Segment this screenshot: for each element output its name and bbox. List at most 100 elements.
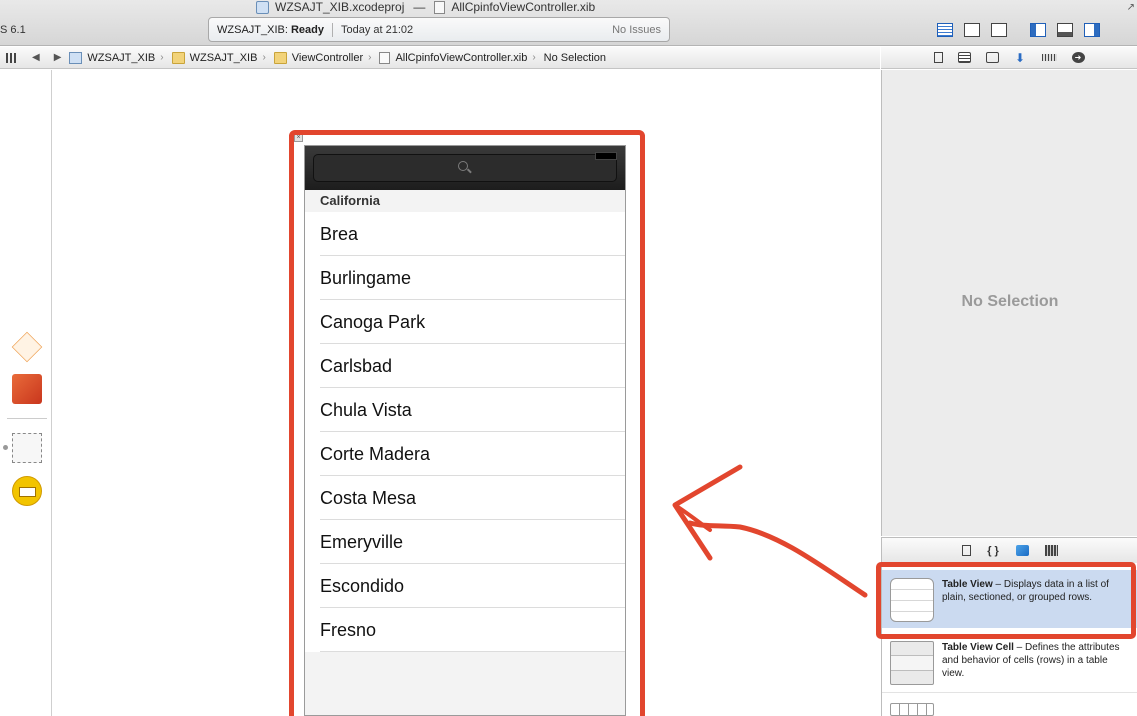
project-title: WZSAJT_XIB.xcodeproj: [275, 0, 405, 14]
xcodeproj-icon: [69, 51, 83, 64]
folder-icon: [171, 51, 185, 64]
standard-editor-icon: [936, 22, 953, 37]
breadcrumb-folder[interactable]: ViewController ›: [273, 51, 371, 64]
table-row[interactable]: Chula Vista: [305, 388, 625, 432]
navigator-toggle-button[interactable]: [1027, 20, 1048, 39]
file-inspector-icon[interactable]: [933, 52, 943, 63]
breadcrumb-selection[interactable]: No Selection: [544, 52, 606, 64]
collection-view-icon: [890, 703, 934, 716]
debug-pane-icon: [1056, 22, 1073, 37]
forward-arrow-icon[interactable]: ▶: [54, 52, 62, 63]
library-item-text: Table View Cell – Defines the attributes…: [942, 641, 1130, 692]
table-row[interactable]: Fresno: [305, 608, 625, 652]
utilities-pane-icon: [1083, 22, 1100, 37]
chevron-right-icon: ›: [532, 52, 536, 63]
status-divider: [332, 22, 333, 37]
status-state: Ready: [290, 23, 324, 36]
disclosure-dot-icon[interactable]: [3, 445, 8, 450]
breadcrumb-project[interactable]: WZSAJT_XIB ›: [69, 51, 164, 64]
table-row[interactable]: Costa Mesa: [305, 476, 625, 520]
attributes-inspector-icon[interactable]: ⬇: [1014, 51, 1027, 65]
editor-controls: [934, 20, 1108, 39]
object-library: Table View – Displays data in a list of …: [881, 563, 1137, 716]
table-row[interactable]: Carlsbad: [305, 344, 625, 388]
search-icon: [458, 161, 472, 175]
breadcrumb-label: WZSAJT_XIB: [189, 51, 258, 64]
quick-help-icon[interactable]: [957, 52, 971, 63]
file-template-library-icon[interactable]: [961, 545, 971, 556]
toolbar-gap: [1015, 20, 1027, 39]
search-bar[interactable]: [305, 146, 625, 190]
inspector-pane: No Selection: [881, 70, 1137, 536]
interface-builder-dock: [0, 70, 52, 716]
standard-editor-button[interactable]: [934, 20, 955, 39]
identity-inspector-icon[interactable]: [985, 52, 999, 63]
library-item-table-view-cell[interactable]: Table View Cell – Defines the attributes…: [882, 641, 1137, 693]
media-library-icon[interactable]: [1044, 545, 1058, 556]
xcodeproj-icon: [256, 0, 269, 14]
exit-object-icon[interactable]: [12, 476, 42, 506]
library-item-collection-view[interactable]: [882, 703, 1137, 716]
breadcrumb-label: ViewController: [291, 51, 364, 64]
window-toolbar: S 6.1 WZSAJT_XIB.xcodeproj — AllCpinfoVi…: [0, 0, 1137, 46]
table-row[interactable]: Corte Madera: [305, 432, 625, 476]
table-view-preview[interactable]: California Brea Burlingame Canoga Park C…: [304, 145, 626, 716]
xib-file-icon: [434, 0, 446, 14]
utilities-toggle-button[interactable]: [1081, 20, 1102, 39]
version-editor-icon: [990, 22, 1007, 37]
table-view-icon: [890, 578, 934, 622]
status-issues[interactable]: No Issues: [612, 24, 661, 36]
code-snippet-library-icon[interactable]: { }: [987, 545, 1000, 557]
chevron-right-icon: ›: [160, 52, 164, 63]
file-title: AllCpinfoViewController.xib: [451, 0, 596, 14]
xib-file-icon: [379, 51, 391, 64]
library-item-title: Table View Cell: [942, 642, 1014, 653]
files-owner-icon[interactable]: [11, 331, 43, 363]
search-field[interactable]: [313, 154, 617, 182]
table-row[interactable]: Emeryville: [305, 520, 625, 564]
folder-icon: [273, 51, 287, 64]
assistant-editor-button[interactable]: [961, 20, 982, 39]
section-header: California: [305, 190, 625, 212]
debug-area-toggle-button[interactable]: [1054, 20, 1075, 39]
status-project: WZSAJT_XIB:: [217, 23, 288, 36]
assistant-editor-icon: [963, 22, 980, 37]
library-item-table-view[interactable]: Table View – Displays data in a list of …: [882, 570, 1137, 628]
breadcrumb-label: WZSAJT_XIB: [87, 51, 156, 64]
breadcrumb-label: No Selection: [543, 51, 607, 64]
sdk-label: S 6.1: [0, 24, 26, 36]
fullscreen-arrow-icon[interactable]: ↗: [1127, 2, 1135, 13]
table-rows: Brea Burlingame Canoga Park Carlsbad Chu…: [305, 212, 625, 652]
status-time: Today at 21:02: [341, 23, 414, 36]
breadcrumb-label: AllCpinfoViewController.xib: [395, 51, 528, 64]
view-object-icon[interactable]: [12, 433, 42, 463]
first-responder-cube-icon[interactable]: [12, 374, 42, 404]
table-row[interactable]: Brea: [305, 212, 625, 256]
library-item-text: Table View – Displays data in a list of …: [942, 578, 1130, 628]
size-inspector-icon[interactable]: [1041, 54, 1057, 61]
version-editor-button[interactable]: [988, 20, 1009, 39]
title-separator: —: [413, 0, 426, 14]
library-selector-bar: { }: [881, 537, 1137, 563]
inspector-selector-bar: ⬇ ➜: [881, 47, 1137, 69]
breadcrumb-file[interactable]: AllCpinfoViewController.xib ›: [379, 51, 536, 64]
table-footer: [305, 652, 625, 715]
library-item-title: Table View: [942, 579, 993, 590]
back-arrow-icon[interactable]: ◀: [32, 52, 40, 63]
battery-icon: [595, 152, 617, 160]
object-library-icon[interactable]: [1015, 545, 1029, 556]
table-row[interactable]: Escondido: [305, 564, 625, 608]
table-row[interactable]: Burlingame: [305, 256, 625, 300]
close-icon[interactable]: ×: [294, 133, 303, 142]
breadcrumb-group[interactable]: WZSAJT_XIB ›: [171, 51, 266, 64]
related-items-icon[interactable]: [6, 52, 18, 63]
navigator-pane-icon: [1029, 22, 1046, 37]
no-selection-label: No Selection: [961, 293, 1059, 310]
chevron-right-icon: ›: [262, 52, 266, 63]
connections-inspector-icon[interactable]: ➜: [1071, 52, 1085, 63]
window-title: WZSAJT_XIB.xcodeproj — AllCpinfoViewCont…: [256, 0, 595, 14]
table-row[interactable]: Canoga Park: [305, 300, 625, 344]
table-view-cell-icon: [890, 641, 934, 685]
activity-status: WZSAJT_XIB: Ready Today at 21:02 No Issu…: [208, 17, 670, 42]
dock-divider: [7, 418, 47, 419]
